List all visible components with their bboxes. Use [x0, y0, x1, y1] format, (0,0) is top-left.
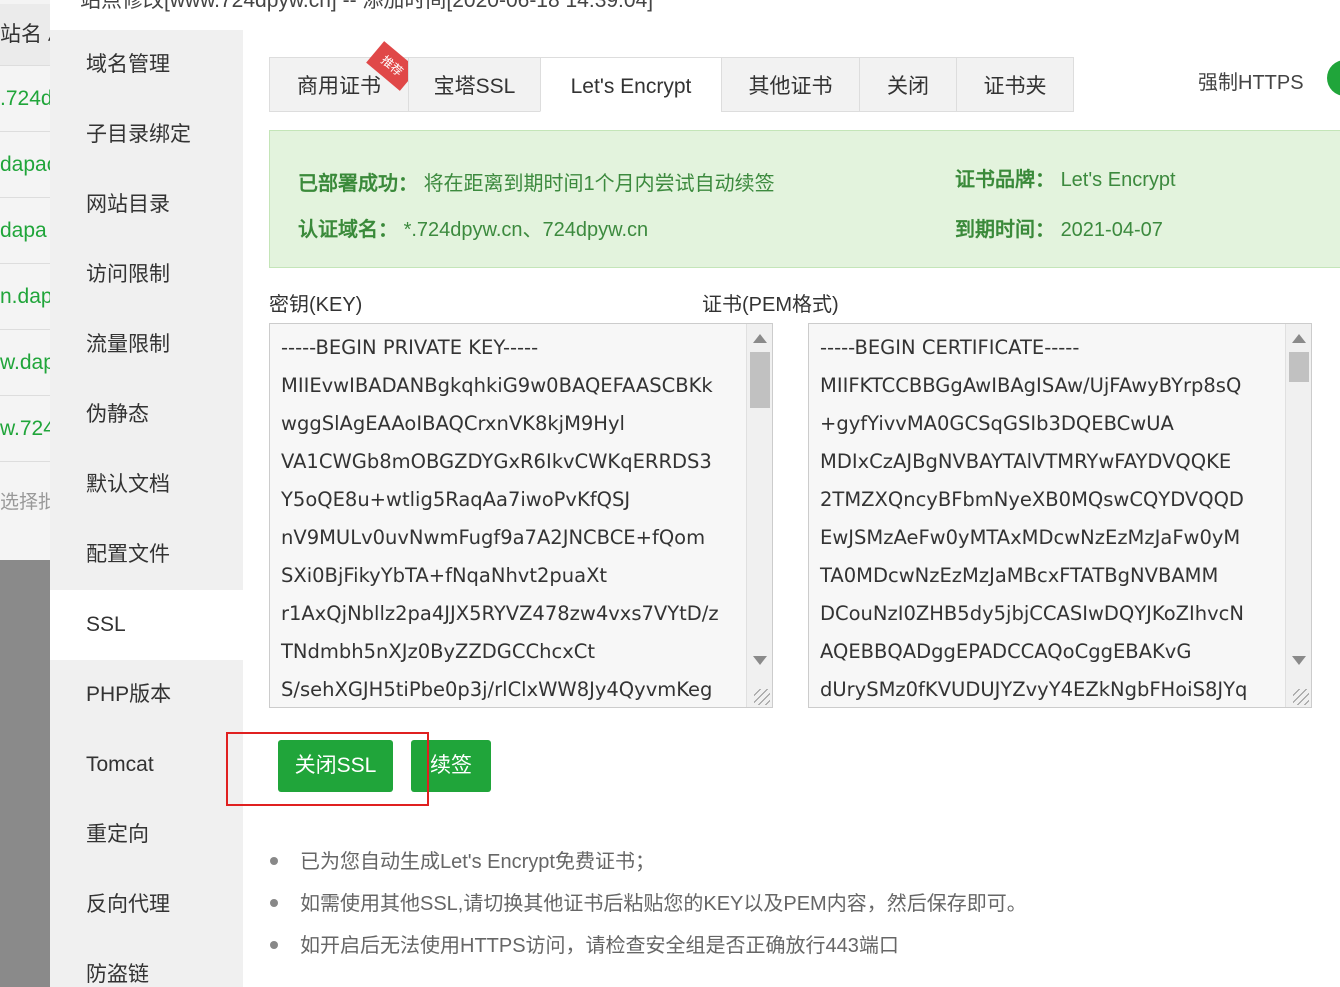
note-text: 已为您自动生成Let's Encrypt免费证书；	[300, 851, 655, 873]
resize-grip-icon[interactable]	[754, 689, 770, 705]
scroll-down-arrow-icon[interactable]	[753, 656, 767, 665]
key-line: nV9MULv0uvNwmFugf9a7A2JNCBCE+fQom	[281, 526, 706, 549]
cert-line: -----BEGIN CERTIFICATE-----	[820, 336, 1080, 359]
tab-close[interactable]: 关闭	[859, 57, 956, 112]
deploy-status: 已部署成功： 将在距离到期时间1个月内尝试自动续签	[298, 167, 775, 196]
cert-label: 证书(PEM格式)	[702, 294, 839, 316]
tab-other-cert[interactable]: 其他证书	[721, 57, 859, 112]
sidebar-item-hotlink-protection[interactable]: 防盗链	[50, 940, 243, 987]
screenshot-root: 站名 ▴ .724d dapac dapa n.dap w.dap w.724 …	[0, 0, 1340, 987]
cert-line: DCouNzI0ZHB5dy5jbjCCASIwDQYJKoZIhvcN	[820, 602, 1244, 625]
key-line: -----BEGIN PRIVATE KEY-----	[281, 336, 539, 359]
site-settings-dialog: 域名管理 子目录绑定 网站目录 访问限制 流量限制 伪静态 默认文档 配置文件 …	[50, 30, 1340, 987]
cert-expire: 到期时间： 2021-04-07	[955, 213, 1163, 242]
sidebar-item-domain[interactable]: 域名管理	[50, 30, 243, 100]
background-site-table: 站名 ▴ .724d dapac dapa n.dap w.dap w.724 …	[0, 0, 50, 987]
cert-line: EwJSMzAeFw0yMTAxMDcwNzEzMzJaFw0yM	[820, 526, 1241, 549]
cert-line: +gyfYivvMA0GCSqGSIb3DQEBCwUA	[820, 412, 1174, 435]
cert-domain: 认证域名： *.724dpyw.cn、724dpyw.cn	[298, 213, 648, 242]
cert-brand-value: Let's Encrypt	[1060, 169, 1176, 191]
resize-grip-icon[interactable]	[1293, 689, 1309, 705]
tab-lets-encrypt[interactable]: Let's Encrypt	[540, 57, 721, 112]
sidebar-item-traffic-limit[interactable]: 流量限制	[50, 310, 243, 380]
force-https-label: 强制HTTPS	[1198, 72, 1304, 94]
key-line: r1AxQjNbllz2pa4JJX5RYVZ478zw4vxs7VYtD/z	[281, 602, 719, 625]
tab-label: 证书夹	[983, 75, 1047, 98]
force-https-toggle[interactable]	[1327, 60, 1340, 96]
settings-sidebar: 域名管理 子目录绑定 网站目录 访问限制 流量限制 伪静态 默认文档 配置文件 …	[50, 30, 243, 987]
scroll-down-arrow-icon[interactable]	[1292, 656, 1306, 665]
deploy-status-text: 将在距离到期时间1个月内尝试自动续签	[423, 173, 775, 195]
tab-label: 宝塔SSL	[433, 75, 516, 98]
tab-cert-folder[interactable]: 证书夹	[956, 57, 1074, 112]
cert-line: dUrySMz0fKVUDUJYZvyY4EZkNgbFHoiS8JYq	[820, 678, 1248, 701]
cert-line: AQEBBQADggEPADCCAQoCggEBAKvG	[820, 640, 1192, 663]
note-text: 如需使用其他SSL,请切换其他证书后粘贴您的KEY以及PEM内容，然后保存即可。	[300, 893, 1027, 915]
tab-commercial-cert[interactable]: 商用证书 推荐	[269, 41, 418, 112]
cert-line: MIIFKTCCBBGgAwIBAgISAw/UjFAwyBYrp8sQ	[820, 374, 1242, 397]
note-item: 如开启后无法使用HTTPS访问，请检查安全组是否正确放行443端口	[270, 929, 899, 958]
bullet-icon	[270, 898, 278, 907]
cert-domain-label: 认证域名：	[298, 219, 398, 241]
sidebar-item-php-version[interactable]: PHP版本	[50, 660, 243, 730]
sidebar-item-access-limit[interactable]: 访问限制	[50, 240, 243, 310]
tab-label: Let's Encrypt	[570, 75, 692, 98]
cert-scrollbar[interactable]	[1285, 324, 1311, 707]
note-text: 如开启后无法使用HTTPS访问，请检查安全组是否正确放行443端口	[300, 935, 899, 957]
key-line: VA1CWGb8mOBGZDYGxR6IkvCWKqERRDS3	[281, 450, 712, 473]
cert-brand: 证书品牌： Let's Encrypt	[955, 163, 1176, 192]
scroll-up-arrow-icon[interactable]	[1292, 334, 1306, 343]
table-row[interactable]: w.724	[0, 396, 50, 462]
cert-line: MDIxCzAJBgNVBAYTAlVTMRYwFAYDVQQKE	[820, 450, 1232, 473]
sidebar-item-subdir-binding[interactable]: 子目录绑定	[50, 100, 243, 170]
private-key-textarea[interactable]: -----BEGIN PRIVATE KEY----- MIIEvwIBADAN…	[269, 323, 773, 708]
tab-bt-ssl[interactable]: 宝塔SSL	[408, 57, 540, 112]
cert-brand-label: 证书品牌：	[955, 169, 1055, 191]
note-item: 如需使用其他SSL,请切换其他证书后粘贴您的KEY以及PEM内容，然后保存即可。	[270, 887, 1027, 916]
key-line: Y5oQE8u+wtlig5RaqAa7iwoPvKfQSJ	[281, 488, 631, 511]
bullet-icon	[270, 940, 278, 949]
table-row[interactable]: dapa	[0, 198, 50, 264]
tab-label: 其他证书	[748, 75, 833, 98]
sidebar-item-default-doc[interactable]: 默认文档	[50, 450, 243, 520]
tab-label: 商用证书	[297, 75, 381, 98]
sidebar-item-redirect[interactable]: 重定向	[50, 800, 243, 870]
key-line: MIIEvwIBADANBgkqhkiG9w0BAQEFAASCBKk	[281, 374, 713, 397]
certificate-textarea[interactable]: -----BEGIN CERTIFICATE----- MIIFKTCCBBGg…	[808, 323, 1312, 708]
scroll-up-arrow-icon[interactable]	[753, 334, 767, 343]
cert-expire-value: 2021-04-07	[1060, 219, 1163, 241]
deploy-status-label: 已部署成功：	[298, 173, 418, 195]
table-row[interactable]: n.dap	[0, 264, 50, 330]
cert-line: TA0MDcwNzEzMzJaMBcxFTATBgNVBAMM	[820, 564, 1219, 587]
key-line: TNdmbh5nXJz0ByZZDGCChcxCt	[281, 640, 595, 663]
key-scrollbar[interactable]	[746, 324, 772, 707]
annotation-highlight-box	[226, 732, 429, 806]
table-row[interactable]: dapac	[0, 132, 50, 198]
sidebar-item-ssl[interactable]: SSL	[50, 590, 243, 660]
sidebar-item-site-directory[interactable]: 网站目录	[50, 170, 243, 240]
note-item: 已为您自动生成Let's Encrypt免费证书；	[270, 845, 655, 874]
sidebar-item-reverse-proxy[interactable]: 反向代理	[50, 870, 243, 940]
scroll-thumb[interactable]	[750, 352, 770, 408]
table-row[interactable]: w.dap	[0, 330, 50, 396]
sidebar-item-config-file[interactable]: 配置文件	[50, 520, 243, 590]
key-line: S/sehXGJH5tiPbe0p3j/rlClxWW8Jy4QyvmKeg	[281, 678, 713, 701]
sidebar-item-tomcat[interactable]: Tomcat	[50, 730, 243, 800]
key-line: SXi0BjFikyYbTA+fNqaNhvt2puaXt	[281, 564, 608, 587]
cert-domain-value: *.724dpyw.cn、724dpyw.cn	[403, 219, 649, 241]
scroll-thumb[interactable]	[1289, 352, 1309, 382]
table-row[interactable]: .724d	[0, 66, 50, 132]
ssl-status-box: 已部署成功： 将在距离到期时间1个月内尝试自动续签 认证域名： *.724dpy…	[269, 130, 1340, 268]
dialog-title: 站点修改[www.724dpyw.cn] -- 添加时间[2020-06-18 …	[80, 0, 654, 12]
batch-select[interactable]: 选择批	[0, 470, 50, 536]
key-label: 密钥(KEY)	[269, 294, 363, 316]
bullet-icon	[270, 856, 278, 865]
cert-line: 2TMZXQncyBFbmNyeXB0MQswCQYDVQQD	[820, 488, 1244, 511]
cert-expire-label: 到期时间：	[955, 219, 1055, 241]
key-line: wggSlAgEAAoIBAQCrxnVK8kjM9Hyl	[281, 412, 625, 435]
ssl-tabs: 商用证书 推荐 宝塔SSL Let's Encrypt 其他证书 关闭 证书夹	[269, 41, 1074, 112]
tab-label: 关闭	[887, 75, 929, 98]
table-header-site-name[interactable]: 站名 ▴	[0, 4, 50, 66]
sidebar-item-rewrite[interactable]: 伪静态	[50, 380, 243, 450]
